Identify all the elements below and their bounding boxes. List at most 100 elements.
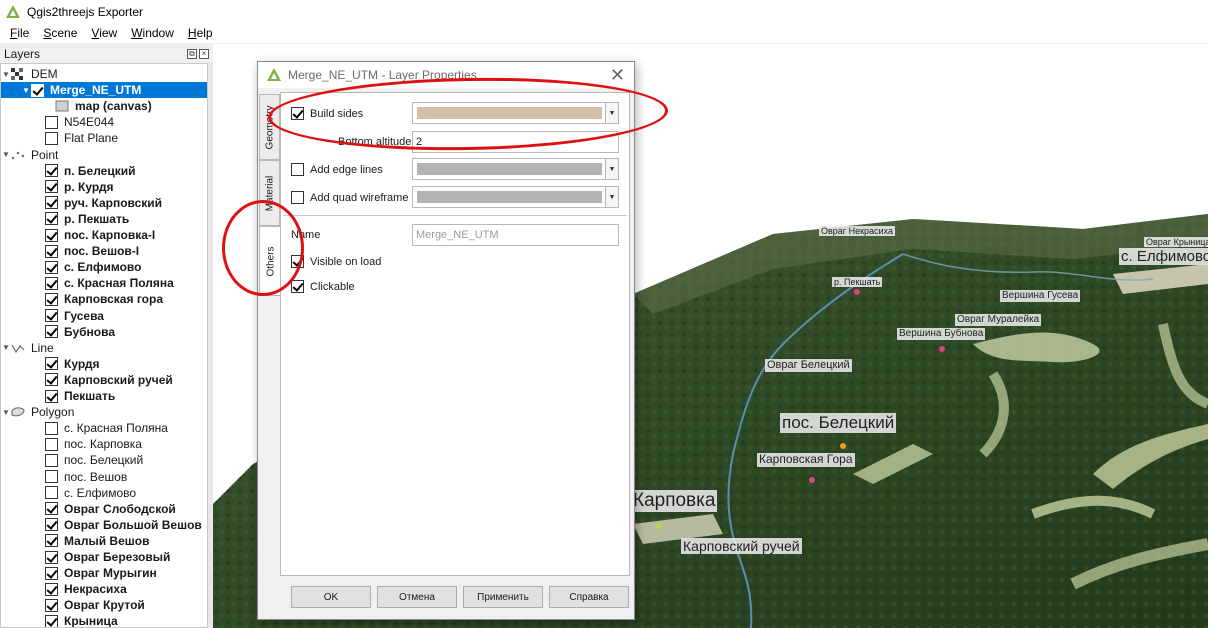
- layer-point-item[interactable]: руч. Карповский: [1, 195, 207, 211]
- menu-scene[interactable]: Scene: [36, 26, 84, 40]
- layer-checkbox[interactable]: [45, 373, 58, 387]
- ok-button[interactable]: OK: [291, 586, 371, 608]
- layer-checkbox[interactable]: [45, 260, 58, 274]
- layer-merge-ne-utm[interactable]: ▼ Merge_NE_UTM: [1, 82, 207, 99]
- close-panel-icon[interactable]: ×: [199, 48, 209, 59]
- menu-view[interactable]: View: [84, 26, 124, 40]
- layer-line-item[interactable]: Карповский ручей: [1, 372, 207, 388]
- layer-point-item[interactable]: р. Курдя: [1, 179, 207, 195]
- expand-arrow-icon[interactable]: ▼: [1, 408, 11, 417]
- menu-file[interactable]: File: [3, 26, 36, 40]
- layer-checkbox[interactable]: [45, 244, 58, 258]
- edge-color-swatch: [417, 163, 602, 175]
- layer-checkbox[interactable]: [45, 180, 58, 194]
- layer-line-item[interactable]: Курдя: [1, 356, 207, 372]
- layer-checkbox[interactable]: [45, 502, 58, 516]
- layer-map-canvas[interactable]: map (canvas): [1, 98, 207, 114]
- layer-checkbox[interactable]: [45, 453, 58, 467]
- tree-group-dem[interactable]: ▼ DEM: [1, 66, 207, 82]
- clickable-checkbox[interactable]: [291, 280, 304, 293]
- chevron-down-icon[interactable]: ▼: [605, 159, 618, 179]
- layer-point-item[interactable]: р. Пекшать: [1, 211, 207, 227]
- layer-checkbox[interactable]: [31, 83, 44, 97]
- layer-checkbox[interactable]: [45, 115, 58, 129]
- layer-checkbox[interactable]: [45, 131, 58, 145]
- layer-checkbox[interactable]: [45, 309, 58, 322]
- apply-button[interactable]: Применить: [463, 586, 543, 608]
- layer-label: map (canvas): [75, 99, 152, 114]
- edge-lines-row: Add edge lines: [291, 163, 383, 176]
- expand-arrow-icon[interactable]: ▼: [1, 150, 11, 159]
- layer-polygon-item[interactable]: с. Елфимово: [1, 485, 207, 501]
- layer-checkbox[interactable]: [45, 228, 58, 242]
- quad-wireframe-checkbox[interactable]: [291, 191, 304, 204]
- tree-group-polygon[interactable]: ▼ Polygon: [1, 404, 207, 420]
- layer-checkbox[interactable]: [45, 437, 58, 451]
- layer-point-item[interactable]: п. Белецкий: [1, 163, 207, 179]
- layer-checkbox[interactable]: [45, 598, 58, 612]
- layer-polygon-item[interactable]: Овраг Слободской: [1, 501, 207, 517]
- point-layer-icon: [11, 149, 25, 161]
- wireframe-color-button[interactable]: ▼: [412, 186, 619, 208]
- layer-checkbox[interactable]: [45, 357, 58, 371]
- close-icon[interactable]: ✕: [610, 65, 625, 86]
- layer-polygon-item[interactable]: Овраг Большой Вешов: [1, 517, 207, 533]
- menu-window[interactable]: Window: [124, 26, 181, 40]
- layer-checkbox[interactable]: [45, 164, 58, 178]
- layer-n54e044[interactable]: N54E044: [1, 114, 207, 130]
- layer-polygon-item[interactable]: пос. Карповка: [1, 436, 207, 452]
- layer-checkbox[interactable]: [45, 614, 58, 627]
- layer-point-item[interactable]: с. Красная Поляна: [1, 275, 207, 291]
- layer-checkbox[interactable]: [45, 292, 58, 306]
- layer-label: с. Красная Поляна: [64, 421, 168, 436]
- layer-checkbox[interactable]: [45, 389, 58, 403]
- menu-help[interactable]: Help: [181, 26, 220, 40]
- layer-checkbox[interactable]: [45, 470, 58, 483]
- map-label: с. Елфимово: [1119, 248, 1208, 266]
- expand-arrow-icon[interactable]: ▼: [1, 343, 11, 352]
- edge-color-button[interactable]: ▼: [412, 158, 619, 180]
- layer-polygon-item[interactable]: Овраг Березовый: [1, 549, 207, 565]
- edge-lines-checkbox[interactable]: [291, 163, 304, 176]
- layer-checkbox[interactable]: [45, 325, 58, 339]
- layer-point-item[interactable]: пос. Вешов-I: [1, 243, 207, 259]
- layer-point-item[interactable]: пос. Карповка-I: [1, 227, 207, 243]
- name-input[interactable]: Merge_NE_UTM: [412, 224, 619, 246]
- layer-checkbox[interactable]: [45, 196, 58, 210]
- help-button[interactable]: Справка: [549, 586, 629, 608]
- expand-arrow-icon[interactable]: ▼: [21, 86, 31, 95]
- layer-point-item[interactable]: Бубнова: [1, 324, 207, 340]
- layer-point-item[interactable]: Карповская гора: [1, 291, 207, 307]
- tree-group-line[interactable]: ▼ Line: [1, 340, 207, 356]
- layer-point-item[interactable]: с. Елфимово: [1, 259, 207, 275]
- cancel-button[interactable]: Отмена: [377, 586, 457, 608]
- layer-polygon-item[interactable]: пос. Белецкий: [1, 452, 207, 468]
- layer-polygon-item[interactable]: пос. Вешов: [1, 469, 207, 485]
- tree-group-point[interactable]: ▼ Point: [1, 147, 207, 163]
- layer-polygon-item[interactable]: Крыница: [1, 613, 207, 627]
- wireframe-color-swatch: [417, 191, 602, 203]
- layer-polygon-item[interactable]: Некрасиха: [1, 581, 207, 597]
- layer-point-item[interactable]: Гусева: [1, 308, 207, 324]
- chevron-down-icon[interactable]: ▼: [605, 187, 618, 207]
- layer-checkbox[interactable]: [45, 550, 58, 564]
- layer-checkbox[interactable]: [45, 582, 58, 596]
- layer-checkbox[interactable]: [45, 486, 58, 500]
- layer-checkbox[interactable]: [45, 276, 58, 290]
- layer-polygon-item[interactable]: Овраг Крутой: [1, 597, 207, 613]
- float-panel-icon[interactable]: ⧉: [187, 48, 197, 59]
- layer-checkbox[interactable]: [45, 534, 58, 548]
- layer-checkbox[interactable]: [45, 566, 58, 580]
- layer-label: с. Елфимово: [64, 485, 137, 500]
- layer-checkbox[interactable]: [45, 518, 58, 532]
- layer-polygon-item[interactable]: с. Красная Поляна: [1, 420, 207, 436]
- layer-label: с. Елфимово: [64, 260, 142, 275]
- layer-polygon-item[interactable]: Овраг Мурыгин: [1, 565, 207, 581]
- map-label: Карповский ручей: [681, 538, 802, 555]
- expand-arrow-icon[interactable]: ▼: [1, 70, 11, 79]
- layer-checkbox[interactable]: [45, 421, 58, 435]
- layer-flat-plane[interactable]: Flat Plane: [1, 130, 207, 146]
- layer-checkbox[interactable]: [45, 212, 58, 226]
- layer-polygon-item[interactable]: Малый Вешов: [1, 533, 207, 549]
- layer-line-item[interactable]: Пекшать: [1, 388, 207, 404]
